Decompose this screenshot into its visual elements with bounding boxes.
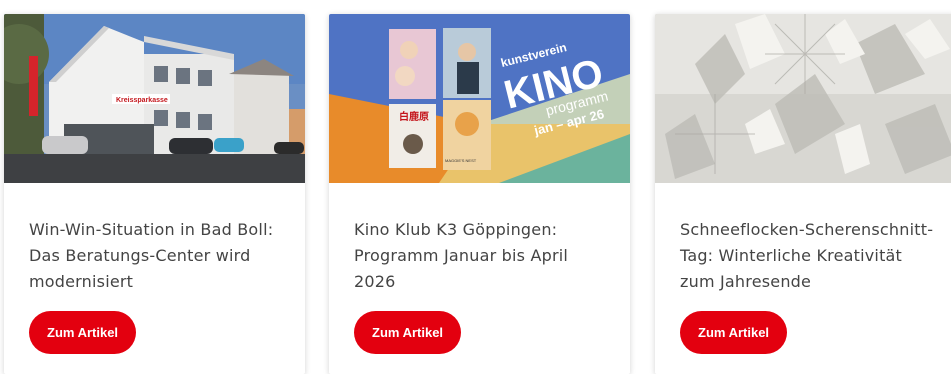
article-card-schneeflocken[interactable]: Schneeflocken-Scherenschnitt-Tag: Winter… <box>655 14 951 374</box>
article-image-kino-program[interactable]: 白鹿原 MAGGIE'S NEST kunstverein KINO progr… <box>329 14 630 183</box>
bank-sign-text: Kreissparkasse <box>116 97 168 104</box>
article-title[interactable]: Kino Klub K3 Göppingen: Programm Januar … <box>354 217 609 295</box>
read-article-button[interactable]: Zum Artikel <box>29 311 137 354</box>
read-article-button[interactable]: Zum Artikel <box>680 311 788 354</box>
article-title[interactable]: Win-Win-Situation in Bad Boll: Das Berat… <box>29 217 284 295</box>
article-image-bank-building[interactable]: Kreissparkasse <box>4 14 305 183</box>
article-image-paper-snowflakes[interactable] <box>655 14 951 183</box>
article-title[interactable]: Schneeflocken-Scherenschnitt-Tag: Winter… <box>680 217 935 295</box>
read-article-button[interactable]: Zum Artikel <box>354 311 462 354</box>
article-card-kino-klub[interactable]: 白鹿原 MAGGIE'S NEST kunstverein KINO progr… <box>329 14 630 374</box>
article-card-bad-boll[interactable]: Kreissparkasse Win-Win-Situation in Bad … <box>4 14 305 374</box>
poster-title-text: 白鹿原 <box>399 110 429 123</box>
poster-label-text: MAGGIE'S NEST <box>445 158 477 163</box>
